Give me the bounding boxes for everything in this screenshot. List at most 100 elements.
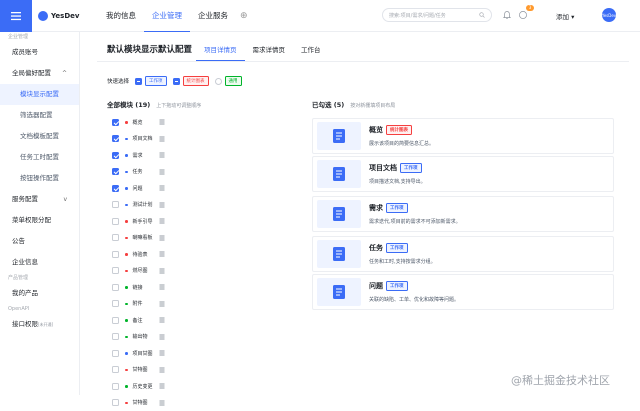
sidebar-item[interactable]: 模块显示配置	[0, 84, 79, 105]
module-name: 备注	[133, 317, 159, 324]
module-checkbox[interactable]	[112, 284, 119, 291]
checkbox[interactable]	[135, 78, 142, 85]
drag-handle-icon[interactable]	[159, 268, 165, 274]
module-row[interactable]: 项目甘图	[112, 345, 202, 362]
module-name: 喇嘛看板	[133, 234, 159, 241]
drag-handle-icon[interactable]	[159, 119, 165, 125]
checkbox[interactable]	[215, 78, 222, 85]
module-card[interactable]: 任务工作项任务和工时,支持按需求分组。	[312, 236, 614, 272]
module-row[interactable]: 输出物	[112, 329, 202, 346]
module-card[interactable]: 问题工作项关联的缺陷、工单、优化和故障等问题。	[312, 274, 614, 310]
module-checkbox[interactable]	[112, 218, 119, 225]
module-row[interactable]: 历史变更	[112, 378, 202, 395]
module-row[interactable]: 任务	[112, 164, 202, 181]
search-input[interactable]: 搜索:项目/需求/问题/任务	[382, 8, 492, 22]
module-row[interactable]: 测试计划	[112, 197, 202, 214]
checkbox[interactable]	[173, 78, 180, 85]
sidebar-item[interactable]: 菜单权限分配	[0, 210, 79, 231]
drag-handle-icon[interactable]	[159, 367, 165, 373]
module-checkbox[interactable]	[112, 201, 119, 208]
message-icon[interactable]	[518, 10, 528, 20]
sidebar-item[interactable]: 接口权限[未开通]	[0, 314, 79, 335]
module-row[interactable]: 喇嘛看板	[112, 230, 202, 247]
sidebar-item[interactable]: 企业信息	[0, 252, 79, 273]
module-checkbox[interactable]	[112, 135, 119, 142]
nav-item[interactable]: 我的信息	[98, 0, 144, 32]
drag-handle-icon[interactable]	[159, 235, 165, 241]
module-checkbox[interactable]	[112, 350, 119, 357]
issue-icon	[317, 278, 361, 306]
menu-button[interactable]	[0, 0, 32, 32]
sidebar-item[interactable]: 公告	[0, 231, 79, 252]
module-checkbox[interactable]	[112, 333, 119, 340]
drag-handle-icon[interactable]	[159, 152, 165, 158]
app-name: YesDev	[51, 12, 79, 20]
module-checkbox[interactable]	[112, 383, 119, 390]
sidebar-item[interactable]: 服务配置v	[0, 189, 79, 210]
module-row[interactable]: 备注	[112, 312, 202, 329]
drag-handle-icon[interactable]	[159, 251, 165, 257]
quick-select-option[interactable]: 通用	[215, 76, 242, 86]
chevron-icon: v	[63, 189, 67, 210]
quick-select-option[interactable]: 工作项	[135, 76, 167, 86]
logo[interactable]: YesDev	[38, 11, 94, 21]
drag-handle-icon[interactable]	[159, 218, 165, 224]
module-row[interactable]: 甘特图	[112, 362, 202, 379]
category-dot	[125, 369, 128, 372]
module-checkbox[interactable]	[112, 366, 119, 373]
drag-handle-icon[interactable]	[159, 301, 165, 307]
module-checkbox[interactable]	[112, 168, 119, 175]
sidebar-item[interactable]: 任务工时配置	[0, 147, 79, 168]
tab[interactable]: 需求详情页	[245, 44, 294, 61]
module-row[interactable]: 燃尽图	[112, 263, 202, 280]
sidebar-item[interactable]: 文档模板配置	[0, 126, 79, 147]
module-checkbox[interactable]	[112, 399, 119, 406]
avatar[interactable]: YesDev	[602, 8, 616, 22]
module-checkbox[interactable]	[112, 300, 119, 307]
module-checkbox[interactable]	[112, 152, 119, 159]
bell-icon[interactable]	[502, 10, 512, 20]
drag-handle-icon[interactable]	[159, 400, 165, 406]
module-row[interactable]: 链接	[112, 279, 202, 296]
drag-handle-icon[interactable]	[159, 185, 165, 191]
add-button[interactable]: 添加 ▾	[556, 11, 574, 21]
tab[interactable]: 工作台	[293, 44, 329, 61]
module-checkbox[interactable]	[112, 317, 119, 324]
drag-handle-icon[interactable]	[159, 169, 165, 175]
module-row[interactable]: 问题	[112, 180, 202, 197]
module-checkbox[interactable]	[112, 185, 119, 192]
sidebar-item[interactable]: 成员账号	[0, 42, 79, 63]
drag-handle-icon[interactable]	[159, 334, 165, 340]
quick-select-option[interactable]: 统计图表	[173, 76, 209, 86]
module-row[interactable]: 待验表	[112, 246, 202, 263]
module-row[interactable]: 概览	[112, 114, 202, 131]
drag-handle-icon[interactable]	[159, 136, 165, 142]
drag-handle-icon[interactable]	[159, 202, 165, 208]
module-name: 甘特图	[133, 399, 159, 406]
drag-handle-icon[interactable]	[159, 284, 165, 290]
sidebar-item[interactable]: 我的产品	[0, 283, 79, 304]
module-checkbox[interactable]	[112, 234, 119, 241]
module-card[interactable]: 需求工作项需求迭代,项目前的需求不可添加新需求。	[312, 196, 614, 232]
module-checkbox[interactable]	[112, 119, 119, 126]
module-card[interactable]: 概览统计图表展示该项目的简要信息汇总。	[312, 118, 614, 154]
module-row[interactable]: 需求	[112, 147, 202, 164]
tab[interactable]: 项目详情页	[196, 44, 245, 61]
drag-handle-icon[interactable]	[159, 317, 165, 323]
module-row[interactable]: 附件	[112, 296, 202, 313]
sidebar-item[interactable]: 按钮操作配置	[0, 168, 79, 189]
module-checkbox[interactable]	[112, 267, 119, 274]
module-row[interactable]: 新手引导	[112, 213, 202, 230]
nav-item[interactable]: 企业管理	[144, 0, 190, 32]
module-row[interactable]: 项目文档	[112, 131, 202, 148]
plus-icon[interactable]: ⊕	[236, 11, 252, 21]
sidebar-item[interactable]: 全局偏好配置^	[0, 63, 79, 84]
sidebar-item[interactable]: 筛选器配置	[0, 105, 79, 126]
drag-handle-icon[interactable]	[159, 350, 165, 356]
module-name: 燃尽图	[133, 267, 159, 274]
module-checkbox[interactable]	[112, 251, 119, 258]
module-row[interactable]: 甘特图	[112, 395, 202, 411]
nav-item[interactable]: 企业服务	[190, 0, 236, 32]
drag-handle-icon[interactable]	[159, 383, 165, 389]
module-card[interactable]: 项目文档工作项项目描述文档,支持导出。	[312, 156, 614, 192]
